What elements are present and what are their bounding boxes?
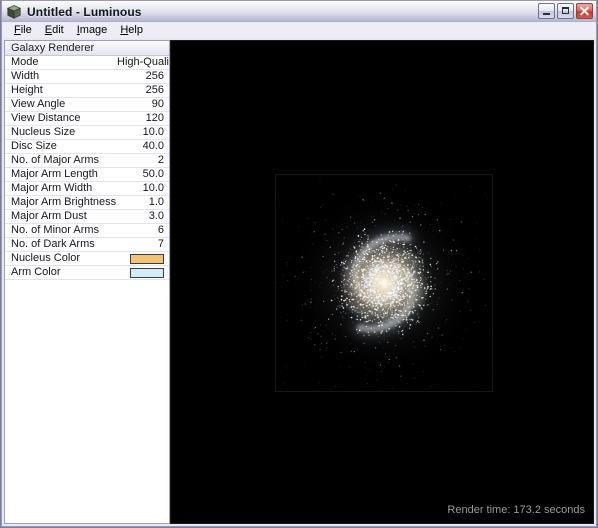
property-value[interactable]: 10.0 [117, 126, 170, 139]
property-row[interactable]: Width 256 [5, 70, 170, 84]
property-row[interactable]: No. of Dark Arms 7 [5, 238, 170, 252]
property-name: Major Arm Dust [11, 210, 87, 222]
property-value[interactable]: 40.0 [117, 140, 170, 153]
property-name: Major Arm Length [11, 168, 98, 180]
menu-item-file-rest: ile [20, 24, 32, 36]
property-value[interactable]: 2 [117, 154, 170, 167]
property-value-cell[interactable] [117, 253, 170, 264]
property-name: Major Arm Width [11, 182, 93, 194]
property-name: Major Arm Brightness [11, 196, 117, 208]
property-row[interactable]: Height 256 [5, 84, 170, 98]
property-name: Mode [11, 56, 39, 68]
property-row[interactable]: View Distance 120 [5, 112, 170, 126]
property-value[interactable]: 7 [117, 238, 170, 251]
minimize-icon [543, 13, 550, 15]
property-row[interactable]: Major Arm Width 10.0 [5, 182, 170, 196]
property-value[interactable]: 10.0 [117, 182, 170, 195]
menu-item-edit[interactable]: Edit [39, 23, 71, 37]
cube-icon [6, 4, 22, 20]
maximize-icon [562, 7, 569, 14]
property-name: View Distance [11, 112, 81, 124]
property-value[interactable]: 1.0 [117, 196, 170, 209]
menu-item-edit-rest: dit [52, 24, 64, 36]
property-row[interactable]: Nucleus Size 10.0 [5, 126, 170, 140]
property-value[interactable]: High-Quality [117, 56, 170, 69]
spiral-galaxy-render [276, 175, 492, 391]
property-name: Nucleus Size [11, 126, 76, 138]
property-value[interactable]: 50.0 [117, 168, 170, 181]
color-swatch[interactable] [130, 253, 164, 264]
menu-item-file[interactable]: File [8, 23, 39, 37]
window-title: Untitled - Luminous [27, 4, 142, 19]
property-row[interactable]: Arm Color [5, 266, 170, 280]
property-name: Height [11, 84, 43, 96]
property-row[interactable]: Major Arm Length 50.0 [5, 168, 170, 182]
property-row[interactable]: Disc Size 40.0 [5, 140, 170, 154]
property-row[interactable]: View Angle 90 [5, 98, 170, 112]
property-name: Arm Color [11, 266, 61, 278]
property-rows: ModeHigh-QualityWidth256Height256View An… [5, 56, 170, 523]
color-swatch[interactable] [130, 267, 164, 278]
property-row[interactable]: Major Arm Dust 3.0 [5, 210, 170, 224]
render-canvas[interactable]: Render time: 173.2 seconds [170, 40, 594, 524]
property-name: No. of Dark Arms [11, 238, 95, 250]
property-name: No. of Minor Arms [11, 224, 100, 236]
property-name: Nucleus Color [11, 252, 81, 264]
property-value[interactable]: 3.0 [117, 210, 170, 223]
property-name: View Angle [11, 98, 66, 110]
property-row[interactable]: No. of Major Arms 2 [5, 154, 170, 168]
property-value[interactable]: 90 [117, 98, 170, 111]
menu-item-image-rest: mage [79, 24, 108, 36]
property-row[interactable]: Nucleus Color [5, 252, 170, 266]
main-content: Galaxy Renderer Mode High-Quality Width 256… [1, 38, 597, 527]
property-grid[interactable]: Galaxy Renderer Mode High-Quality Width 256… [4, 40, 170, 524]
property-row[interactable]: No. of Minor Arms 6 [5, 224, 170, 238]
render-status-text: Render time: 173.2 seconds [447, 504, 585, 516]
property-value-cell[interactable] [117, 267, 170, 278]
menu-item-help-rest: elp [128, 24, 143, 36]
close-button[interactable] [576, 3, 593, 19]
menu-item-image[interactable]: Image [71, 23, 115, 37]
minimize-button[interactable] [538, 3, 555, 19]
property-value[interactable]: 6 [117, 224, 170, 237]
title-bar[interactable]: Untitled - Luminous [1, 0, 597, 22]
application-window: Untitled - Luminous File Edit Image Help… [0, 0, 598, 528]
property-value[interactable]: 256 [117, 84, 170, 97]
property-row[interactable]: Major Arm Brightness 1.0 [5, 196, 170, 210]
galaxy-image [275, 174, 493, 392]
property-row[interactable]: Mode High-Quality [5, 56, 170, 70]
property-group-header: Galaxy Renderer [5, 41, 170, 56]
property-name: Width [11, 70, 40, 82]
property-value[interactable]: 120 [117, 112, 170, 125]
menu-bar: File Edit Image Help [1, 22, 597, 38]
property-name: Disc Size [11, 140, 57, 152]
maximize-button[interactable] [557, 3, 574, 19]
window-controls [538, 3, 593, 19]
menu-item-help[interactable]: Help [114, 23, 150, 37]
property-name: No. of Major Arms [11, 154, 100, 166]
property-value[interactable]: 256 [117, 70, 170, 83]
